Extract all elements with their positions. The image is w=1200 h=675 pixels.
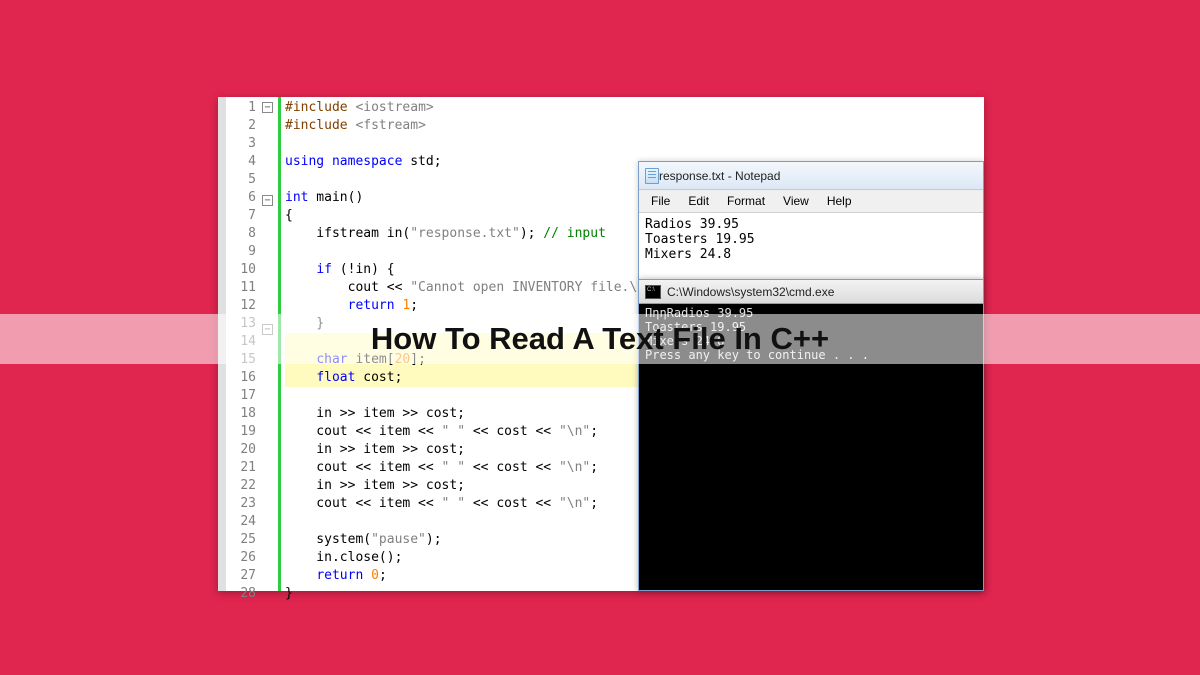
menu-item-file[interactable]: File (643, 192, 678, 210)
line-number: 3 (226, 135, 262, 153)
line-number: 7 (226, 207, 262, 225)
cmd-title: C:\Windows\system32\cmd.exe (667, 285, 834, 299)
line-number: 22 (226, 477, 262, 495)
line-number: 18 (226, 405, 262, 423)
line-number: 19 (226, 423, 262, 441)
title-banner: How To Read A Text File In C++ (0, 314, 1200, 364)
menu-item-format[interactable]: Format (719, 192, 773, 210)
notepad-titlebar[interactable]: response.txt - Notepad (639, 162, 983, 190)
line-number: 1 (226, 99, 262, 117)
notepad-title: response.txt - Notepad (659, 169, 780, 183)
line-number: 28 (226, 585, 262, 603)
line-number: 6 (226, 189, 262, 207)
line-number: 23 (226, 495, 262, 513)
line-number: 11 (226, 279, 262, 297)
notepad-content[interactable]: Radios 39.95Toasters 19.95Mixers 24.8 (639, 213, 983, 279)
line-number: 9 (226, 243, 262, 261)
line-number: 21 (226, 459, 262, 477)
line-number: 12 (226, 297, 262, 315)
menu-item-view[interactable]: View (775, 192, 817, 210)
notepad-icon (645, 168, 659, 184)
fold-toggle[interactable]: − (262, 195, 273, 206)
notepad-window[interactable]: response.txt - Notepad FileEditFormatVie… (638, 161, 984, 280)
menu-item-edit[interactable]: Edit (680, 192, 717, 210)
notepad-line: Mixers 24.8 (645, 247, 977, 262)
code-line[interactable]: #include <fstream> (285, 117, 838, 135)
line-number: 8 (226, 225, 262, 243)
cmd-icon (645, 285, 661, 299)
notepad-line: Toasters 19.95 (645, 232, 977, 247)
code-line[interactable]: #include <iostream> (285, 99, 838, 117)
menu-item-help[interactable]: Help (819, 192, 860, 210)
line-number: 16 (226, 369, 262, 387)
line-number: 26 (226, 549, 262, 567)
banner-title: How To Read A Text File In C++ (371, 321, 829, 357)
code-line[interactable] (285, 135, 838, 153)
line-number: 24 (226, 513, 262, 531)
line-number: 27 (226, 567, 262, 585)
fold-toggle[interactable]: − (262, 102, 273, 113)
line-number: 10 (226, 261, 262, 279)
notepad-line: Radios 39.95 (645, 217, 977, 232)
line-number: 17 (226, 387, 262, 405)
line-number: 5 (226, 171, 262, 189)
line-number: 25 (226, 531, 262, 549)
line-number: 4 (226, 153, 262, 171)
line-number: 20 (226, 441, 262, 459)
line-number: 2 (226, 117, 262, 135)
cmd-titlebar[interactable]: C:\Windows\system32\cmd.exe (639, 280, 983, 304)
notepad-menubar[interactable]: FileEditFormatViewHelp (639, 190, 983, 213)
